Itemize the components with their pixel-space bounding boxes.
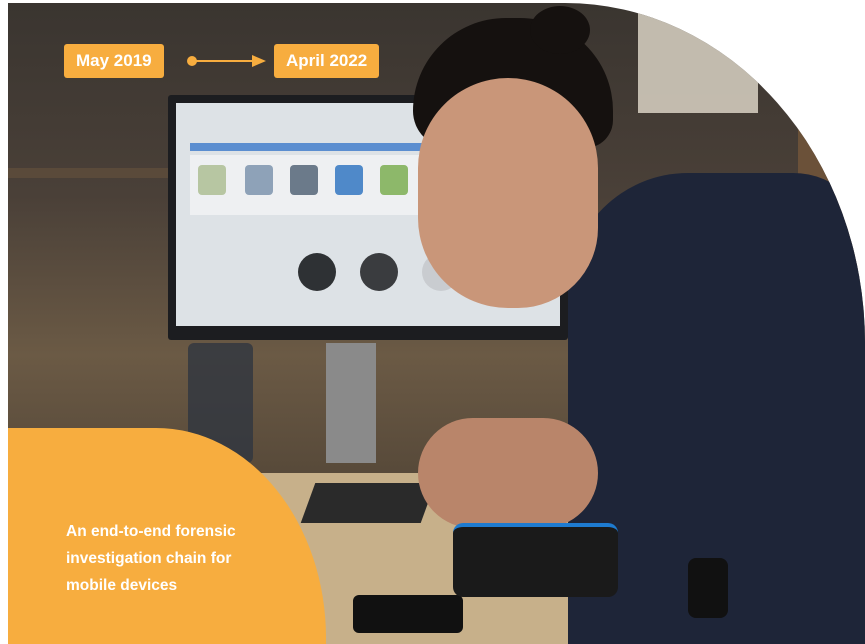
smartphone <box>353 595 463 633</box>
person-face <box>418 78 598 308</box>
screen-tile <box>380 165 408 195</box>
wristwatch <box>688 558 728 618</box>
monitor-stand <box>326 343 376 463</box>
screen-tile-row <box>190 155 420 215</box>
arrow-right-icon <box>187 55 266 67</box>
screen-tile <box>198 165 226 195</box>
screen-search-icon <box>298 253 336 291</box>
screen-tile <box>245 165 273 195</box>
tagline-text: An end-to-end forensic investigation cha… <box>66 518 306 599</box>
tagline-line: mobile devices <box>66 577 178 594</box>
screen-cloud-icon <box>360 253 398 291</box>
forensic-device <box>453 523 618 597</box>
keyboard <box>300 483 436 523</box>
person-arms <box>418 418 598 528</box>
screen-tile <box>335 165 363 195</box>
hero-banner: May 2019 April 2022 An end-to-end forens… <box>0 0 865 644</box>
tagline-line: investigation chain for <box>66 550 232 567</box>
screen-tile <box>290 165 318 195</box>
end-date-badge: April 2022 <box>274 44 380 78</box>
background-shelf <box>8 168 168 178</box>
tagline-line: An end-to-end forensic <box>66 523 236 540</box>
wall-poster <box>638 3 758 113</box>
start-date-badge: May 2019 <box>64 44 164 78</box>
person-hair-bun <box>530 6 590 54</box>
